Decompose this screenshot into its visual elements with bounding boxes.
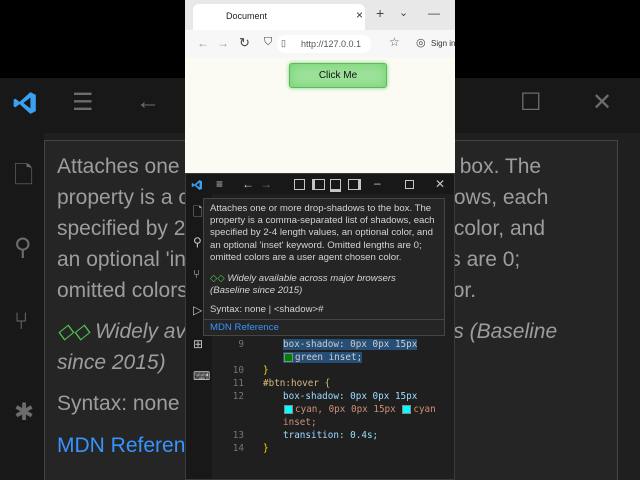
chevron-down-icon[interactable]: ⌄ — [399, 6, 408, 19]
code-text: cyan, 0px 0px 15px — [295, 404, 396, 415]
code-line: #btn:hover { — [263, 378, 331, 389]
hover-description: Attaches one or more drop-shadows to the… — [210, 203, 435, 263]
refresh-icon[interactable]: ↻ — [239, 35, 250, 51]
bg-baseline-2: since 2015) — [57, 351, 166, 374]
tab-document[interactable]: Document × — [193, 4, 365, 30]
code-text: cyan — [413, 404, 436, 415]
debug-icon[interactable]: ▷ — [193, 304, 202, 316]
code-area[interactable]: 9 box-shadow: 0px 0px 15px green inset; … — [212, 329, 454, 479]
code-text: green inset; — [295, 352, 363, 363]
minimize-icon[interactable]: – — [374, 177, 381, 189]
code-line: inset; — [283, 417, 317, 428]
line-number: 11 — [232, 378, 244, 389]
hover-tooltip: Attaches one or more drop-shadows to the… — [203, 198, 445, 336]
tab-close-icon[interactable]: × — [356, 8, 363, 22]
vscode-logo-icon — [12, 90, 38, 123]
mdn-reference-link[interactable]: MDN Reference — [210, 322, 279, 334]
menu-icon[interactable]: ☰ — [72, 88, 94, 117]
back-icon[interactable]: ← — [242, 178, 254, 190]
browser-window: Document × + ⌄ — ← → ↻ ⛉ ▯ http://127.0.… — [185, 0, 455, 175]
url-text: http://127.0.0.1 — [301, 39, 362, 49]
maximize-icon[interactable]: ☐ — [520, 88, 542, 117]
close-icon[interactable]: ✕ — [592, 88, 612, 117]
color-swatch-green[interactable] — [284, 353, 293, 362]
remote-icon[interactable]: ⌨ — [193, 370, 210, 382]
code-line: } — [263, 443, 269, 454]
maximize-icon[interactable] — [405, 180, 414, 189]
minimize-icon[interactable]: — — [428, 6, 440, 20]
line-number: 14 — [232, 443, 244, 454]
code-line: cyan, 0px 0px 15px cyan — [283, 404, 436, 415]
url-field[interactable]: ▯ http://127.0.0.1 — [277, 35, 371, 53]
line-number: 9 — [238, 339, 244, 350]
account-icon[interactable]: ◎ — [416, 36, 426, 49]
code-line: } — [263, 365, 269, 376]
sign-in-link[interactable]: Sign in — [431, 39, 455, 48]
color-swatch-cyan[interactable] — [402, 405, 412, 414]
files-icon[interactable]: 🗋 — [193, 206, 203, 218]
extensions-icon[interactable]: ⊞ — [193, 338, 203, 350]
files-icon[interactable]: 🗋 — [14, 158, 33, 199]
page-icon: ▯ — [281, 38, 286, 48]
favorite-star-icon[interactable]: ☆ — [389, 35, 400, 49]
forward-icon[interactable]: → — [217, 36, 229, 50]
baseline-icon: ◇◇ — [210, 273, 228, 284]
source-control-icon[interactable]: ⑂ — [193, 268, 200, 280]
titlebar: ≡ ← → – ✕ — [186, 174, 454, 194]
code-line: transition: 0.4s; — [283, 430, 379, 441]
color-swatch-cyan[interactable] — [284, 405, 293, 414]
search-icon[interactable]: ⚲ — [14, 233, 32, 262]
source-control-icon[interactable]: ⑂ — [14, 308, 28, 336]
baseline-icon: ◇◇ — [57, 320, 96, 343]
code-text: box-shadow: 0px 0px 15px — [283, 339, 418, 350]
back-icon[interactable]: ← — [197, 36, 209, 50]
line-number: 13 — [232, 430, 244, 441]
layout-icon[interactable] — [294, 179, 305, 190]
toggle-panel-icon[interactable] — [330, 179, 341, 192]
click-me-button[interactable]: Click Me — [289, 63, 387, 88]
address-bar: ← → ↻ ⛉ ▯ http://127.0.0.1 ☆ ◎ Sign in — [185, 30, 455, 59]
hover-syntax: Syntax: none | <shadow># — [210, 304, 324, 315]
menu-icon[interactable]: ≡ — [216, 178, 223, 190]
debug-icon[interactable]: ✱ — [14, 398, 34, 427]
tab-title: Document — [226, 11, 268, 21]
forward-icon[interactable]: → — [260, 178, 272, 190]
search-icon[interactable]: ⚲ — [193, 236, 202, 248]
tab-bar: Document × + ⌄ — — [185, 0, 455, 30]
line-number: 10 — [232, 365, 244, 376]
hover-baseline-text: Widely available across major browsers (… — [210, 273, 396, 297]
hover-divider — [204, 319, 444, 320]
toggle-secondary-sidebar-icon[interactable] — [348, 179, 361, 190]
new-tab-icon[interactable]: + — [376, 5, 384, 21]
back-icon[interactable]: ← — [136, 88, 160, 116]
code-line: box-shadow: 0px 0px 15px — [283, 339, 418, 350]
toggle-sidebar-icon[interactable] — [312, 179, 325, 190]
close-icon[interactable]: ✕ — [435, 178, 445, 190]
page-content: Click Me — [185, 58, 455, 175]
shield-icon[interactable]: ⛉ — [264, 36, 272, 49]
line-number: 12 — [232, 391, 244, 402]
code-line: green inset; — [283, 352, 363, 363]
hover-baseline: ◇◇ Widely available across major browser… — [210, 273, 438, 297]
code-line: box-shadow: 0px 0px 15px — [283, 391, 418, 402]
